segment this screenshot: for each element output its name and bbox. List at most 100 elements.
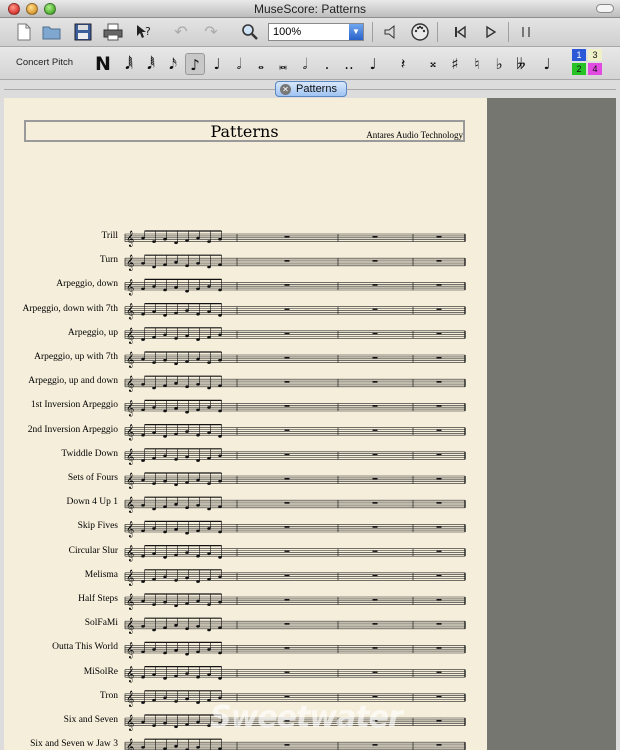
staff[interactable]: 𝄞 xyxy=(124,520,466,537)
staff-label[interactable]: Sets of Fours xyxy=(68,473,118,483)
voice-2-button[interactable]: 2 xyxy=(572,63,586,75)
double-sharp-icon[interactable]: 𝄪 xyxy=(423,53,443,75)
sharp-icon[interactable]: ♯ xyxy=(445,53,465,75)
staff[interactable]: 𝄞 xyxy=(124,617,466,634)
tie-icon[interactable]: ♩ xyxy=(363,53,383,75)
staff-label[interactable]: Tron xyxy=(100,691,118,701)
staff[interactable]: 𝄞 xyxy=(124,641,466,658)
staff[interactable]: 𝄞 xyxy=(124,496,466,513)
print-icon[interactable] xyxy=(103,22,123,42)
half-note-icon[interactable]: 𝅗𝅥 xyxy=(229,53,249,75)
sixteenth-note-icon[interactable]: 𝅘𝅥𝅯 xyxy=(163,53,183,75)
flip-direction-icon[interactable]: ♩ xyxy=(537,53,557,75)
whole-rest-icon xyxy=(372,744,378,746)
staff-label[interactable]: Turn xyxy=(100,255,118,265)
staff-label[interactable]: Melisma xyxy=(85,570,118,580)
voice-1-button[interactable]: 1 xyxy=(572,49,586,61)
note-input-button[interactable]: N xyxy=(93,53,113,75)
thirtysecond-note-icon[interactable]: 𝅘𝅥𝅱 xyxy=(141,53,161,75)
quarter-note-icon[interactable]: ♩ xyxy=(207,53,227,75)
staff[interactable]: 𝄞 xyxy=(124,738,466,750)
tab-patterns[interactable]: ✕ Patterns xyxy=(275,81,347,97)
dot-icon[interactable]: . xyxy=(317,53,337,75)
natural-icon[interactable]: ♮ xyxy=(467,53,487,75)
staff[interactable]: 𝄞 xyxy=(124,351,466,368)
score-page[interactable]: Patterns Antares Audio Technology 𝄞 𝄞 𝄞 𝄞 𝄞 𝄞… xyxy=(4,98,487,750)
staff[interactable]: 𝄞 xyxy=(124,327,466,344)
treble-clef-icon: 𝄞 xyxy=(126,618,134,634)
play-icon[interactable] xyxy=(481,22,501,42)
staff-label[interactable]: Trill xyxy=(101,231,118,241)
staff[interactable]: 𝄞 xyxy=(124,375,466,392)
whole-rest-icon xyxy=(436,356,442,359)
new-file-icon[interactable] xyxy=(14,22,34,42)
staff[interactable]: 𝄞 xyxy=(124,230,466,247)
staff[interactable]: 𝄞 xyxy=(124,278,466,295)
staff[interactable]: 𝄞 xyxy=(124,254,466,271)
midi-input-icon[interactable] xyxy=(410,22,430,42)
treble-clef-icon: 𝄞 xyxy=(126,546,134,562)
rewind-icon[interactable] xyxy=(450,22,470,42)
sixtyfourth-note-icon[interactable]: 𝅘𝅥𝅲 xyxy=(119,53,139,75)
treble-clef-icon: 𝄞 xyxy=(126,521,134,537)
staff-label[interactable]: Six and Seven w Jaw 3 xyxy=(30,739,118,749)
whole-rest-icon xyxy=(284,308,290,310)
voice-3-button[interactable]: 3 xyxy=(588,49,602,61)
rest-icon[interactable]: 𝄽 xyxy=(393,53,413,75)
staff[interactable]: 𝄞 xyxy=(124,665,466,683)
staff[interactable]: 𝄞 xyxy=(124,569,466,586)
chevron-down-icon[interactable]: ▼ xyxy=(349,24,363,40)
staff[interactable]: 𝄞 xyxy=(124,303,466,320)
redo-icon[interactable]: ↷ xyxy=(201,22,221,42)
zoom-icon[interactable] xyxy=(240,22,260,42)
save-icon[interactable] xyxy=(73,22,93,42)
whole-rest-icon xyxy=(284,381,290,383)
staff-label[interactable]: Arpeggio, up xyxy=(68,328,118,338)
whole-rest-icon xyxy=(284,356,290,359)
staff-label[interactable]: Six and Seven xyxy=(64,715,118,725)
staff-label[interactable]: Arpeggio, down with 7th xyxy=(22,304,118,314)
staff-label[interactable]: Arpeggio, up with 7th xyxy=(34,352,118,362)
staff-label[interactable]: MiSolRe xyxy=(84,667,118,677)
staff[interactable]: 𝄞 xyxy=(124,448,466,465)
toolbar-toggle-button[interactable] xyxy=(596,4,614,13)
voice-4-button[interactable]: 4 xyxy=(588,63,602,75)
staff[interactable]: 𝄞 xyxy=(124,399,466,416)
staff[interactable]: 𝄞 xyxy=(124,424,466,441)
flat-icon[interactable]: ♭ xyxy=(489,53,509,75)
open-file-icon[interactable] xyxy=(42,22,62,42)
staff-label[interactable]: 2nd Inversion Arpeggio xyxy=(28,425,118,435)
treble-clef-icon: 𝄞 xyxy=(126,691,134,707)
staff-label[interactable]: SolFaMi xyxy=(85,618,118,628)
whats-this-icon[interactable]: ? xyxy=(134,22,154,42)
double-whole-note-icon[interactable]: 𝅜 xyxy=(273,53,293,75)
staff-label[interactable]: Down 4 Up 1 xyxy=(67,497,118,507)
staff[interactable]: 𝄞 xyxy=(124,545,466,562)
speaker-icon[interactable] xyxy=(381,22,401,42)
staff-label[interactable]: Twiddle Down xyxy=(61,449,118,459)
pause-icon[interactable] xyxy=(516,22,536,42)
concert-pitch-button[interactable]: Concert Pitch xyxy=(16,57,73,68)
zoom-select[interactable]: 100% ▼ xyxy=(268,23,364,41)
whole-note-icon[interactable]: 𝅝 xyxy=(251,53,271,75)
undo-icon[interactable]: ↶ xyxy=(171,22,191,42)
staff[interactable]: 𝄞 xyxy=(124,472,466,489)
whole-rest-icon xyxy=(284,284,290,286)
staff-label[interactable]: Arpeggio, up and down xyxy=(28,376,118,386)
eighth-note-icon[interactable]: ♪ xyxy=(185,53,205,75)
staff-label[interactable]: Half Steps xyxy=(78,594,118,604)
whole-rest-icon xyxy=(284,502,290,504)
staff-label[interactable]: 1st Inversion Arpeggio xyxy=(31,400,118,410)
staff-label[interactable]: Skip Fives xyxy=(78,521,118,531)
close-tab-icon[interactable]: ✕ xyxy=(280,83,291,95)
double-flat-icon[interactable]: 𝄫 xyxy=(511,53,531,75)
staff[interactable]: 𝄞 xyxy=(124,593,466,610)
staff-label[interactable]: Arpeggio, down xyxy=(56,279,118,289)
whole-rest-icon xyxy=(372,695,378,698)
staff-label[interactable]: Outta This World xyxy=(52,642,118,652)
longa-note-icon[interactable]: 𝅗𝅥 xyxy=(295,53,315,75)
double-dot-icon[interactable]: .. xyxy=(339,53,359,75)
staff-label[interactable]: Circular Slur xyxy=(69,546,118,556)
whole-rest-icon xyxy=(284,526,290,528)
whole-rest-icon xyxy=(436,598,442,601)
